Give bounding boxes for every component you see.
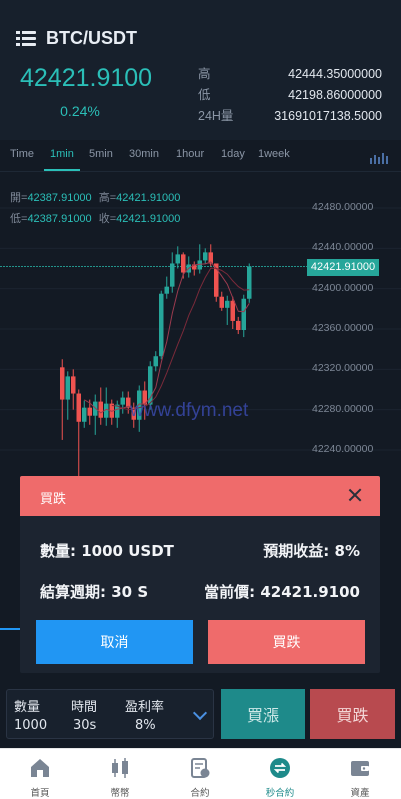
watermark: www.dfym.net (130, 400, 249, 421)
confirm-sell-button[interactable]: 買跌 (208, 620, 365, 664)
candle-body (219, 296, 224, 308)
time-col: 時間 30s (71, 700, 98, 733)
period-row: 結算週期: 30 S (40, 583, 149, 601)
current-price-tag: 42421.91000 (307, 259, 379, 276)
cancel-button[interactable]: 取消 (36, 620, 193, 664)
pair-title: BTC/USDT (46, 28, 137, 48)
candle-body (148, 366, 153, 405)
contract-icon (191, 758, 210, 778)
tab-time[interactable]: Time (10, 148, 34, 160)
candle-body (82, 407, 87, 422)
tab-30min[interactable]: 30min (129, 148, 159, 160)
expected-value: 8% (334, 542, 360, 560)
candle-body (60, 367, 65, 400)
dialog-header: 買跌 (20, 476, 380, 516)
candle-body (170, 263, 175, 287)
y-tick-label: 42400.00000 (312, 281, 374, 294)
confirm-dialog: 買跌 數量: 1000 USDT 預期收益: 8% 結算週期: 30 S 當前價… (20, 476, 380, 673)
y-tick-label: 42240.00000 (312, 443, 374, 455)
candle-body (181, 254, 186, 273)
divider (0, 628, 20, 630)
bottom-nav: 首頁 幣幣 合約 秒合約 資產 (0, 748, 401, 799)
candles-icon (112, 758, 128, 778)
active-tab-indicator (44, 169, 80, 171)
interval-tabs: Time 1min 5min 30min 1hour 1day 1week (0, 140, 401, 172)
nav-contract[interactable]: 合約 (160, 749, 240, 799)
dialog-title: 買跌 (40, 492, 67, 507)
buy-down-button[interactable]: 買跌 (310, 689, 395, 739)
candle-body (159, 293, 164, 357)
candle-body (87, 407, 92, 416)
time-value: 30s (73, 718, 97, 733)
nav-coins[interactable]: 幣幣 (80, 749, 160, 799)
quantity-row: 數量: 1000 USDT (40, 542, 174, 560)
y-tick-label: 42320.00000 (312, 362, 374, 375)
candle-body (71, 376, 76, 394)
candle-body (65, 376, 70, 400)
stat-high: 高 42444.35000000 (198, 67, 382, 81)
tab-1day[interactable]: 1day (221, 148, 245, 160)
y-tick-label: 42480.00000 (312, 201, 374, 213)
chevron-down-icon[interactable] (192, 705, 208, 721)
moving-average-line (111, 267, 250, 411)
stat-volume: 24H量 31691017138.5000 (198, 109, 382, 123)
current-price-value: 42421.9100 (260, 583, 360, 601)
nav-assets[interactable]: 資產 (320, 749, 400, 799)
order-bar: 數量 1000 時間 30s 盈利率 8% 買漲 買跌 (0, 680, 401, 748)
chart-type-icon[interactable] (369, 150, 389, 164)
y-tick-label: 42280.00000 (312, 402, 374, 415)
rate-col: 盈利率 8% (125, 700, 165, 733)
nav-home[interactable]: 首頁 (0, 749, 80, 799)
period-value: 30 S (111, 583, 149, 601)
swap-icon (270, 758, 290, 778)
qty-col: 數量 1000 (14, 700, 48, 733)
home-icon (31, 759, 49, 777)
buy-up-button[interactable]: 買漲 (221, 689, 305, 739)
menu-icon[interactable] (16, 30, 36, 48)
y-tick-label: 42440.00000 (312, 241, 374, 254)
candle-body (120, 397, 125, 405)
candle-body (241, 298, 246, 331)
last-price: 42421.9100 (20, 64, 153, 92)
expected-row: 預期收益: 8% (263, 542, 360, 560)
quantity-value: 1000 USDT (81, 542, 174, 560)
market-header: BTC/USDT 42421.9100 0.24% 高 42444.350000… (0, 0, 401, 140)
candle-body (230, 300, 235, 321)
candle-body (98, 401, 103, 418)
candle-body (225, 300, 230, 308)
candle-body (175, 254, 180, 264)
qty-value: 1000 (14, 718, 48, 733)
current-price-row: 當前價: 42421.9100 (204, 583, 360, 601)
wallet-icon (351, 761, 369, 776)
candle-body (153, 356, 158, 367)
y-tick-label: 42360.00000 (312, 322, 374, 334)
stats-panel: 高 42444.35000000 低 42198.86000000 24H量 3… (198, 64, 382, 127)
tab-1min[interactable]: 1min (50, 148, 74, 160)
nav-second-contract[interactable]: 秒合約 (240, 749, 320, 799)
order-params[interactable]: 數量 1000 時間 30s 盈利率 8% (6, 689, 214, 739)
rate-value: 8% (135, 718, 156, 733)
tab-5min[interactable]: 5min (89, 148, 113, 160)
tab-1hour[interactable]: 1hour (176, 148, 204, 160)
candle-body (236, 320, 241, 331)
close-icon[interactable] (348, 488, 362, 502)
candle-body (164, 286, 169, 294)
tab-1week[interactable]: 1week (258, 148, 290, 160)
candle-body (203, 252, 208, 261)
title-row: BTC/USDT (16, 28, 137, 49)
price-change: 0.24% (60, 103, 100, 119)
stat-low: 低 42198.86000000 (198, 88, 382, 102)
candle-body (76, 393, 81, 422)
candle-body (247, 266, 252, 299)
